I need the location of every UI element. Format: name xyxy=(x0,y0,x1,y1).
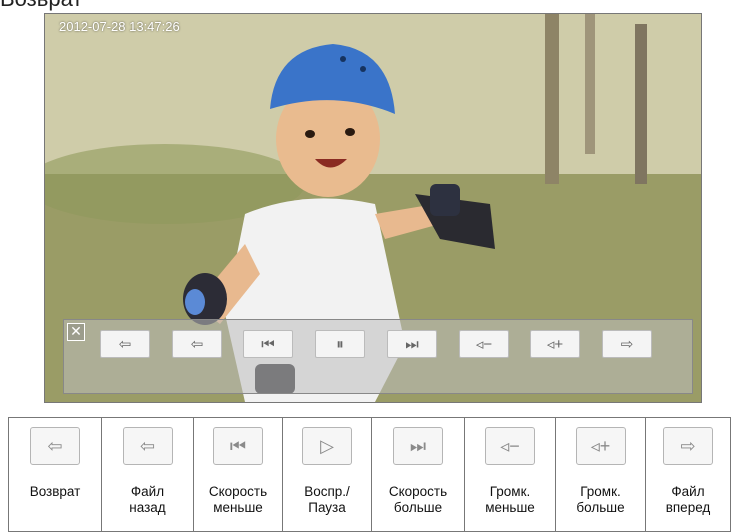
return-icon: ⇦ xyxy=(118,336,132,353)
legend-label: Воспр./ Пауза xyxy=(304,484,350,515)
pause-icon: ⏸ xyxy=(336,335,344,353)
legend-item-return: ⇦ Возврат xyxy=(9,418,102,531)
volume-up-button[interactable]: ◃+ xyxy=(575,427,626,465)
legend-item-slower: ⏮ Скорость меньше xyxy=(194,418,283,531)
legend-label: Файл вперед xyxy=(665,484,711,515)
overlay-volume-up-button[interactable]: ◃+ xyxy=(530,330,580,358)
legend-label: Громк. больше xyxy=(576,484,625,515)
slower-button[interactable]: ⏮ xyxy=(213,427,263,465)
next-file-button[interactable]: ⇨ xyxy=(663,427,713,465)
legend-item-play-pause: ▷ Воспр./ Пауза xyxy=(283,418,372,531)
overlay-return-button[interactable]: ⇦ xyxy=(100,330,150,358)
return-icon: ⇦ xyxy=(47,435,63,456)
legend-label: Файл назад xyxy=(129,484,166,515)
legend-item-volume-down: ◃− Громк. меньше xyxy=(465,418,556,531)
page-caption: Возврат xyxy=(0,0,83,12)
play-pause-button[interactable]: ▷ xyxy=(302,427,352,465)
legend-item-volume-up: ◃+ Громк. больше xyxy=(556,418,646,531)
legend-label: Скорость больше xyxy=(388,484,448,515)
slower-icon: ⏮ xyxy=(261,335,275,353)
faster-icon: ⏭ xyxy=(405,335,419,353)
overlay-faster-button[interactable]: ⏭ xyxy=(387,330,437,358)
legend-item-prev-file: ⇦ Файл назад xyxy=(102,418,194,531)
legend-label: Громк. меньше xyxy=(485,484,535,515)
prev-file-icon: ⇦ xyxy=(190,336,204,353)
next-file-icon: ⇨ xyxy=(680,435,696,456)
overlay-next-file-button[interactable]: ⇨ xyxy=(602,330,652,358)
play-icon: ▷ xyxy=(320,435,334,456)
return-button[interactable]: ⇦ xyxy=(30,427,80,465)
legend-item-faster: ⏭ Скорость больше xyxy=(372,418,465,531)
volume-up-icon: ◃+ xyxy=(546,336,564,353)
next-file-icon: ⇨ xyxy=(620,336,634,353)
overlay-pause-button[interactable]: ⏸ xyxy=(315,330,365,358)
legend-label: Возврат xyxy=(29,484,81,499)
player-control-bar: ✕ ⇦ ⇦ ⏮ ⏸ ⏭ ◃− ◃+ ⇨ xyxy=(63,319,693,394)
overlay-prev-file-button[interactable]: ⇦ xyxy=(172,330,222,358)
slower-icon: ⏮ xyxy=(229,435,247,456)
timestamp: 2012-07-28 13:47:26 xyxy=(59,19,180,34)
faster-button[interactable]: ⏭ xyxy=(393,427,443,465)
volume-down-icon: ◃− xyxy=(500,435,520,456)
overlay-volume-down-button[interactable]: ◃− xyxy=(459,330,509,358)
video-screen: 2012-07-28 13:47:26 ✕ ⇦ ⇦ ⏮ ⏸ ⏭ ◃− ◃+ ⇨ xyxy=(44,13,702,403)
legend-label: Скорость меньше xyxy=(208,484,268,515)
volume-down-icon: ◃− xyxy=(475,336,493,353)
legend-item-next-file: ⇨ Файл вперед xyxy=(646,418,730,531)
prev-file-icon: ⇦ xyxy=(139,435,156,456)
faster-icon: ⏭ xyxy=(409,435,427,456)
overlay-slower-button[interactable]: ⏮ xyxy=(243,330,293,358)
button-legend: ⇦ Возврат ⇦ Файл назад ⏮ Скорость меньше… xyxy=(8,417,731,532)
close-icon[interactable]: ✕ xyxy=(67,323,85,341)
volume-down-button[interactable]: ◃− xyxy=(485,427,535,465)
volume-up-icon: ◃+ xyxy=(590,435,611,456)
prev-file-button[interactable]: ⇦ xyxy=(122,427,173,465)
